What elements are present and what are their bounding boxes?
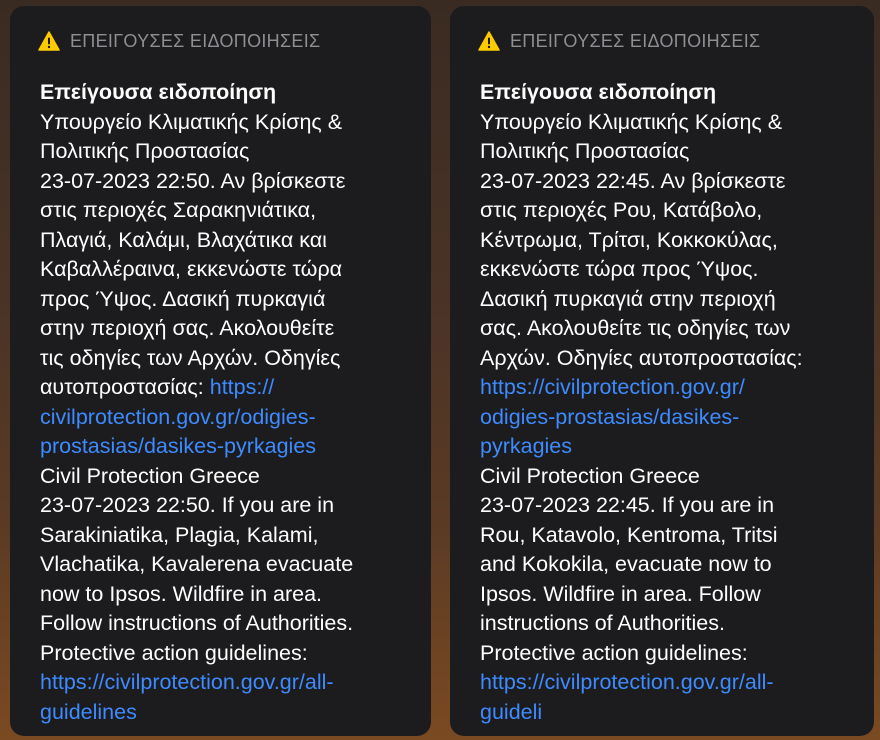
alert-card-left[interactable]: ΕΠΕΙΓΟΥΣΕΣ ΕΙΔΟΠΟΙΗΣΕΙΣ Επείγουσα ειδοπο… [10, 6, 431, 736]
alert-header-label: ΕΠΕΙΓΟΥΣΕΣ ΕΙΔΟΠΟΙΗΣΕΙΣ [70, 30, 321, 51]
alert-body: Επείγουσα ειδοποίηση Υπουργείο Κλιματικής… [40, 78, 417, 727]
alert-header: ΕΠΕΙΓΟΥΣΕΣ ΕΙΔΟΠΟΙΗΣΕΙΣ [478, 28, 860, 54]
alert-header-label: ΕΠΕΙΓΟΥΣΕΣ ΕΙΔΟΠΟΙΗΣΕΙΣ [510, 30, 761, 51]
alert-body: Επείγουσα ειδοποίηση Υπουργείο Κλιματικής… [480, 78, 860, 727]
alert-english-link[interactable]: https://civilprotection.gov.gr/all- guid… [480, 670, 774, 724]
alert-header: ΕΠΕΙΓΟΥΣΕΣ ΕΙΔΟΠΟΙΗΣΕΙΣ [38, 28, 417, 54]
warning-triangle-icon [38, 31, 60, 51]
alert-title: Επείγουσα ειδοποίηση [40, 80, 277, 104]
alert-greek-link[interactable]: https://civilprotection.gov.gr/ odigies-… [480, 375, 745, 458]
alert-english-text: Civil Protection Greece 23-07-2023 22:50… [40, 463, 354, 665]
alert-greek-text: Υπουργείο Κλιματικής Κρίσης & Πολιτικής … [480, 109, 803, 370]
warning-triangle-icon [478, 31, 500, 51]
alert-english-link[interactable]: https://civilprotection.gov.gr/all- guid… [40, 670, 334, 724]
alert-greek-text: Υπουργείο Κλιματικής Κρίσης & Πολιτικής … [40, 109, 346, 400]
alert-card-right[interactable]: ΕΠΕΙΓΟΥΣΕΣ ΕΙΔΟΠΟΙΗΣΕΙΣ Επείγουσα ειδοπο… [450, 6, 874, 736]
alert-english-text: Civil Protection Greece 23-07-2023 22:45… [480, 463, 778, 665]
alert-title: Επείγουσα ειδοποίηση [480, 80, 717, 104]
